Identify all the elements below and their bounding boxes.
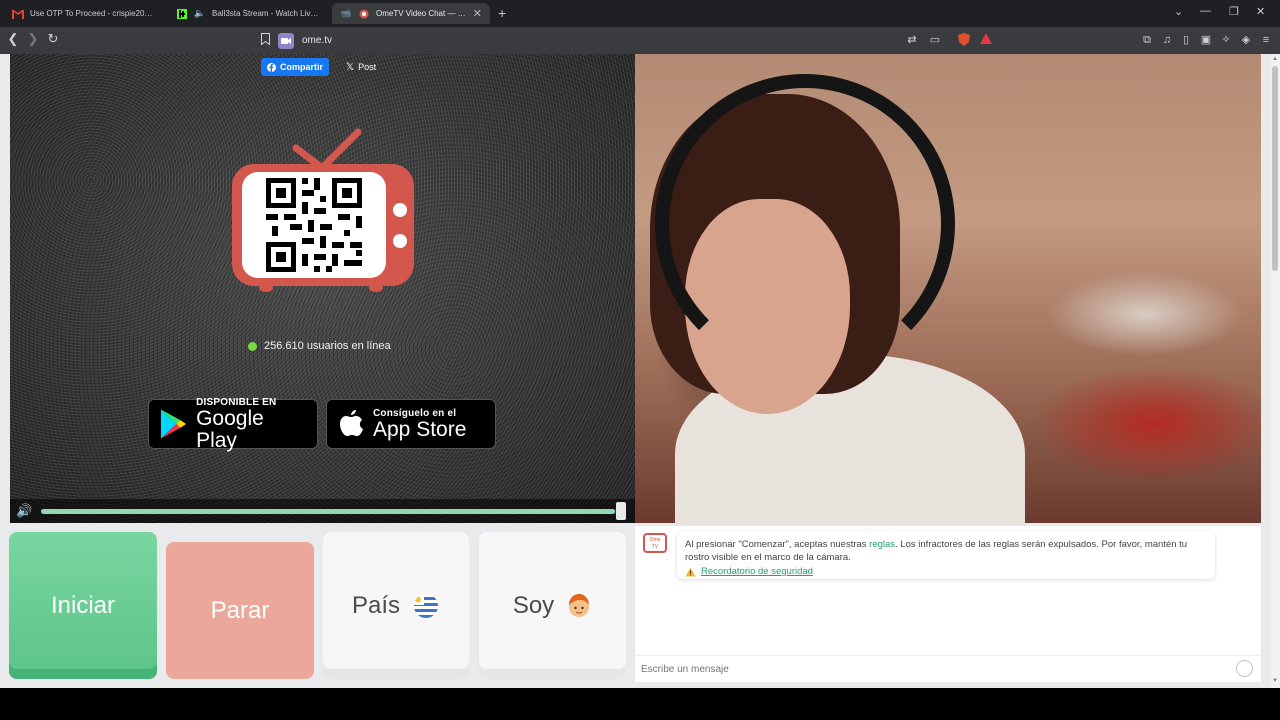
facebook-share-button[interactable]: Compartir: [261, 58, 330, 76]
scroll-up-icon[interactable]: ▲: [1271, 56, 1279, 62]
vpn-icon[interactable]: ◈: [1239, 33, 1253, 47]
system-message: Al presionar "Comenzar", aceptas nuestra…: [677, 531, 1215, 579]
scroll-down-icon[interactable]: ▼: [1271, 678, 1279, 684]
safety-reminder-link[interactable]: Recordatorio de seguridad: [701, 565, 813, 578]
tab-title: OmeTV Video Chat — Omeg: [376, 9, 467, 18]
emoji-icon[interactable]: [1236, 660, 1253, 677]
volume-slider-fill: [41, 509, 616, 514]
google-play-big-text: Google Play: [196, 406, 264, 452]
volume-icon[interactable]: 🔊: [16, 503, 32, 519]
tv-qr-code-icon: [232, 128, 414, 292]
screen-bottom-edge: [0, 688, 1280, 720]
app-store-badge[interactable]: Consíguelo en el App Store: [326, 399, 496, 449]
brave-rewards-icon[interactable]: [979, 33, 993, 47]
media-icon[interactable]: ♫: [1160, 33, 1174, 47]
ometv-logo-bottom: TV: [651, 544, 659, 550]
new-tab-button[interactable]: +: [498, 5, 506, 21]
x-post-button[interactable]: 𝕏 Post: [340, 58, 382, 76]
extensions-icon[interactable]: ⧉: [1140, 33, 1154, 47]
boy-avatar-icon: [569, 593, 590, 617]
gender-selector-button[interactable]: Soy: [479, 532, 626, 679]
google-play-icon: [160, 409, 187, 439]
cast-icon[interactable]: ▭: [928, 33, 942, 47]
apple-icon: [340, 410, 363, 436]
sidebar-icon[interactable]: ▯: [1179, 33, 1193, 47]
online-status-dot: [248, 341, 257, 351]
message-input[interactable]: [641, 661, 1221, 678]
app-store-big-text: App Store: [373, 417, 467, 441]
google-play-badge[interactable]: DISPONIBLE EN Google Play: [148, 396, 318, 452]
reload-icon[interactable]: ↻: [44, 31, 62, 47]
maximize-button[interactable]: ❐: [1229, 5, 1239, 18]
leo-ai-icon[interactable]: ✧: [1219, 33, 1233, 47]
uruguay-flag-icon: [414, 593, 439, 618]
tab-kick[interactable]: 🔈 Ball3sta Stream - Watch Live on K: [168, 3, 328, 24]
country-button-label: País: [351, 591, 401, 619]
safety-reminder: Recordatorio de seguridad: [685, 565, 1207, 578]
volume-slider[interactable]: [41, 509, 621, 514]
url-text[interactable]: ome.tv: [302, 35, 332, 46]
online-users-counter: 256.610 usuarios en línea: [248, 340, 391, 352]
browser-tab-strip: Use OTP To Proceed - crispie2011@g 🔈 Bal…: [0, 0, 1280, 27]
tab-list-icon[interactable]: ⌄: [1174, 5, 1183, 18]
camera-icon: 📹: [340, 8, 352, 18]
minimize-button[interactable]: —: [1200, 5, 1211, 17]
start-button[interactable]: Iniciar: [9, 532, 157, 679]
x-logo-icon: 𝕏: [346, 61, 355, 73]
volume-bar: 🔊: [10, 499, 635, 523]
page-scrollbar[interactable]: ▲ ▼: [1270, 54, 1280, 688]
video-headphones: [655, 74, 955, 374]
remote-video-area: [635, 54, 1261, 554]
speaker-icon: 🔈: [194, 8, 206, 18]
start-button-label: Iniciar: [50, 591, 116, 619]
forward-icon[interactable]: ❯: [24, 31, 42, 47]
gmail-icon: [12, 8, 24, 20]
tab-gmail[interactable]: Use OTP To Proceed - crispie2011@g: [4, 3, 164, 24]
close-window-button[interactable]: ✕: [1256, 5, 1265, 18]
tab-ometv[interactable]: 📹 OmeTV Video Chat — Omeg ✕: [332, 3, 490, 24]
app-store-small-text: Consíguelo en el: [373, 407, 457, 419]
online-users-text: 256.610 usuarios en línea: [264, 340, 391, 352]
ometv-icon: [358, 8, 370, 20]
x-post-label: Post: [358, 62, 377, 72]
kick-icon: [176, 8, 188, 20]
bookmark-icon[interactable]: [258, 33, 272, 47]
tab-title: Use OTP To Proceed - crispie2011@g: [30, 9, 156, 18]
ometv-logo-icon: Ome TV: [643, 533, 667, 553]
back-icon[interactable]: ❮: [4, 31, 22, 47]
wallet-icon[interactable]: ▣: [1199, 33, 1213, 47]
warning-icon: [685, 567, 696, 576]
local-video-area: Compartir 𝕏 Post 256.610 usuarios en lín…: [10, 54, 635, 523]
address-bar: ❮ ❯ ↻ ome.tv ⇄ ▭ ⧉ ♫ ▯ ▣ ✧ ◈ ≡: [0, 27, 1280, 54]
ometv-page: Compartir 𝕏 Post 256.610 usuarios en lín…: [0, 54, 1270, 688]
menu-icon[interactable]: ≡: [1259, 33, 1273, 47]
scrollbar-thumb[interactable]: [1272, 66, 1278, 271]
rules-link[interactable]: reglas: [869, 539, 895, 550]
stop-button-label: Parar: [210, 596, 270, 624]
rules-notice: Al presionar "Comenzar", aceptas nuestra…: [685, 538, 1207, 564]
stop-button[interactable]: Parar: [166, 542, 314, 679]
omnibox[interactable]: ome.tv: [278, 30, 998, 51]
google-play-small-text: DISPONIBLE EN: [196, 396, 277, 408]
site-info-icon[interactable]: [278, 32, 294, 49]
volume-slider-handle[interactable]: [616, 502, 626, 520]
message-bar: [635, 655, 1261, 682]
facebook-icon: [267, 62, 276, 72]
rules-notice-before: Al presionar "Comenzar", aceptas nuestra…: [685, 539, 870, 550]
tab-title: Ball3sta Stream - Watch Live on K: [212, 9, 320, 18]
brave-shields-icon[interactable]: [957, 33, 971, 47]
translate-icon[interactable]: ⇄: [905, 33, 919, 47]
gender-button-label: Soy: [512, 591, 555, 619]
facebook-share-label: Compartir: [280, 62, 324, 72]
country-selector-button[interactable]: País: [323, 532, 469, 679]
ometv-logo-top: Ome: [649, 537, 661, 543]
close-tab-icon[interactable]: ✕: [473, 7, 482, 20]
